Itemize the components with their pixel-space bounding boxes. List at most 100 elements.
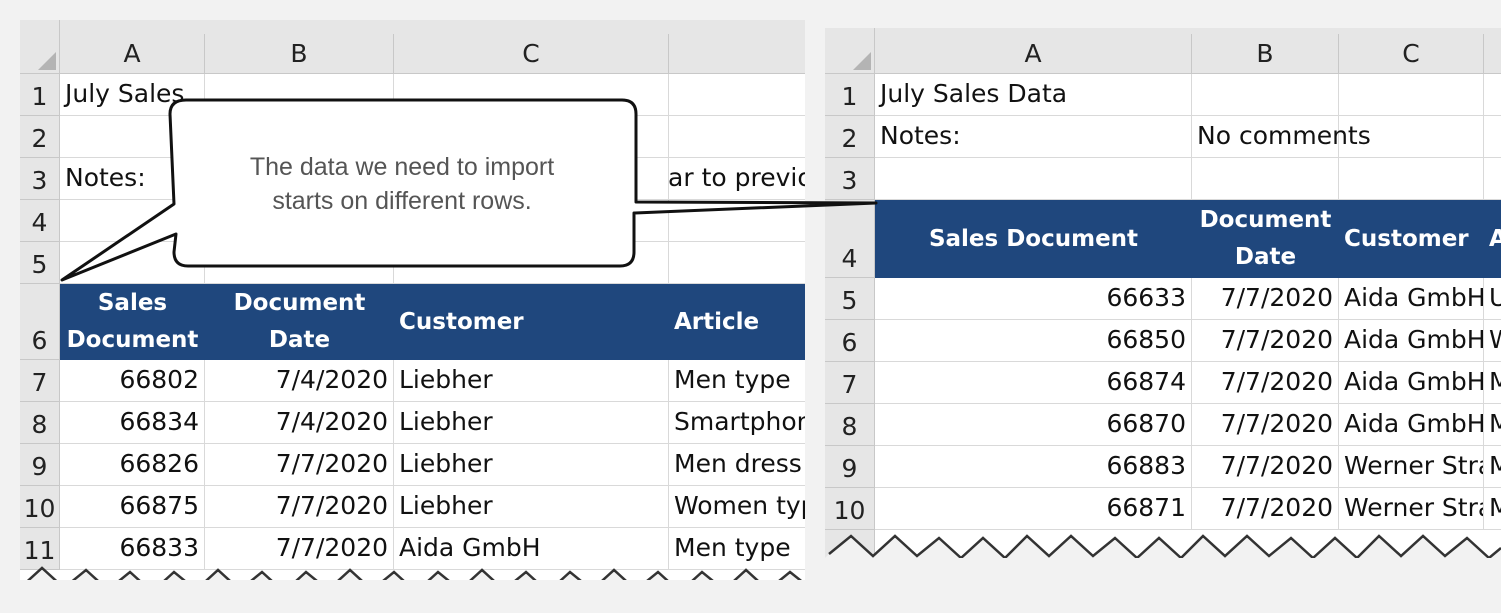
cell-b2-right[interactable]: No comments [1192, 116, 1371, 158]
cell-d10-right[interactable]: M [1484, 488, 1501, 530]
cell-b5[interactable] [205, 242, 394, 284]
row-header-3-right[interactable]: 3 [825, 158, 875, 200]
row-header-1[interactable]: 1 [20, 74, 60, 116]
row-header-10-right[interactable]: 10 [825, 488, 875, 530]
cell-d8[interactable]: Smartphone [669, 402, 805, 444]
cell-c7-right[interactable]: Aida GmbH [1339, 362, 1484, 404]
cell-b9-right[interactable]: 7/7/2020 [1192, 446, 1339, 488]
cell-b7-right[interactable]: 7/7/2020 [1192, 362, 1339, 404]
cell-b10-right[interactable]: 7/7/2020 [1192, 488, 1339, 530]
cell-d1-right[interactable] [1484, 74, 1501, 116]
row-header-3[interactable]: 3 [20, 158, 60, 200]
row-header-7-right[interactable]: 7 [825, 362, 875, 404]
row-header-10[interactable]: 10 [20, 486, 60, 528]
cell-a8[interactable]: 66834 [60, 402, 205, 444]
cell-a10[interactable]: 66875 [60, 486, 205, 528]
row-header-6-right[interactable]: 6 [825, 320, 875, 362]
cell-b9[interactable]: 7/7/2020 [205, 444, 394, 486]
cell-c1[interactable] [394, 74, 669, 116]
cell-a7-right[interactable]: 66874 [875, 362, 1192, 404]
header-document-date-right[interactable]: Document Date [1192, 200, 1339, 278]
row-header-9-right[interactable]: 9 [825, 446, 875, 488]
cell-b6-right[interactable]: 7/7/2020 [1192, 320, 1339, 362]
cell-b1[interactable] [205, 74, 394, 116]
row-header-4[interactable]: 4 [20, 200, 60, 242]
header-customer[interactable]: Customer [394, 284, 669, 360]
cell-d9-right[interactable]: M [1484, 446, 1501, 488]
column-header-d-right[interactable] [1484, 34, 1501, 74]
cell-c10-right[interactable]: Werner Strauss [1339, 488, 1484, 530]
cell-c9-right[interactable]: Werner Strauss [1339, 446, 1484, 488]
cell-a7[interactable]: 66802 [60, 360, 205, 402]
row-header-8-right[interactable]: 8 [825, 404, 875, 446]
row-header-2[interactable]: 2 [20, 116, 60, 158]
row-header-5[interactable]: 5 [20, 242, 60, 284]
cell-d5[interactable] [669, 242, 805, 284]
column-header-c[interactable]: C [394, 34, 669, 74]
cell-a5-right[interactable]: 66633 [875, 278, 1192, 320]
column-header-c-right[interactable]: C [1339, 34, 1484, 74]
cell-c8-right[interactable]: Aida GmbH [1339, 404, 1484, 446]
cell-c6-right[interactable]: Aida GmbH [1339, 320, 1484, 362]
cell-d5-right[interactable]: U [1484, 278, 1501, 320]
column-header-b-right[interactable]: B [1192, 34, 1339, 74]
cell-a9-right[interactable]: 66883 [875, 446, 1192, 488]
header-sales-document-right[interactable]: Sales Document [875, 200, 1192, 278]
header-document-date[interactable]: Document Date [205, 284, 394, 360]
column-header-d[interactable] [669, 34, 805, 74]
cell-d8-right[interactable]: M [1484, 404, 1501, 446]
select-all-corner[interactable] [20, 20, 60, 74]
header-article[interactable]: Article [669, 284, 805, 360]
cell-b8-right[interactable]: 7/7/2020 [1192, 404, 1339, 446]
row-header-9[interactable]: 9 [20, 444, 60, 486]
cell-c5-right[interactable]: Aida GmbH [1339, 278, 1484, 320]
cell-c10[interactable]: Liebher [394, 486, 669, 528]
cell-d4[interactable] [669, 200, 805, 242]
cell-c8[interactable]: Liebher [394, 402, 669, 444]
cell-b5-right[interactable]: 7/7/2020 [1192, 278, 1339, 320]
cell-a8-right[interactable]: 66870 [875, 404, 1192, 446]
cell-c5[interactable] [394, 242, 669, 284]
cell-d2-right[interactable] [1484, 116, 1501, 158]
header-sales-document[interactable]: Sales Document [60, 284, 205, 360]
row-header-1-right[interactable]: 1 [825, 74, 875, 116]
cell-b8[interactable]: 7/4/2020 [205, 402, 394, 444]
cell-a6-right[interactable]: 66850 [875, 320, 1192, 362]
cell-c2-right[interactable] [1339, 116, 1484, 158]
cell-d7-right[interactable]: M [1484, 362, 1501, 404]
cell-d1[interactable] [669, 74, 805, 116]
column-header-a[interactable]: A [60, 34, 205, 74]
cell-d9[interactable]: Men dress [669, 444, 805, 486]
select-all-corner-right[interactable] [825, 28, 875, 74]
cell-c3-right[interactable] [1339, 158, 1484, 200]
row-header-7[interactable]: 7 [20, 360, 60, 402]
cell-c9[interactable]: Liebher [394, 444, 669, 486]
cell-b10[interactable]: 7/7/2020 [205, 486, 394, 528]
cell-c1-right[interactable] [1339, 74, 1484, 116]
cell-a1[interactable]: July Sales [60, 74, 205, 116]
header-article-right[interactable]: Article [1484, 200, 1501, 278]
cell-a9[interactable]: 66826 [60, 444, 205, 486]
cell-d3[interactable]: Similar to previous [669, 158, 805, 200]
header-customer-right[interactable]: Customer [1339, 200, 1484, 278]
cell-a3-right[interactable] [875, 158, 1192, 200]
cell-a10-right[interactable]: 66871 [875, 488, 1192, 530]
column-header-a-right[interactable]: A [875, 34, 1192, 74]
cell-d2[interactable] [669, 116, 805, 158]
cell-b3-right[interactable] [1192, 158, 1339, 200]
row-header-5-right[interactable]: 5 [825, 278, 875, 320]
row-header-6[interactable]: 6 [20, 284, 60, 360]
row-header-8[interactable]: 8 [20, 402, 60, 444]
cell-d10[interactable]: Women type [669, 486, 805, 528]
cell-d3-right[interactable] [1484, 158, 1501, 200]
cell-b1-right[interactable] [1192, 74, 1339, 116]
cell-a5[interactable] [60, 242, 205, 284]
row-header-2-right[interactable]: 2 [825, 116, 875, 158]
cell-c7[interactable]: Liebher [394, 360, 669, 402]
column-header-b[interactable]: B [205, 34, 394, 74]
cell-d6-right[interactable]: W [1484, 320, 1501, 362]
cell-b7[interactable]: 7/4/2020 [205, 360, 394, 402]
cell-a2-right[interactable]: Notes: [875, 116, 1192, 158]
cell-d7[interactable]: Men type [669, 360, 805, 402]
row-header-4-right[interactable]: 4 [825, 200, 875, 278]
